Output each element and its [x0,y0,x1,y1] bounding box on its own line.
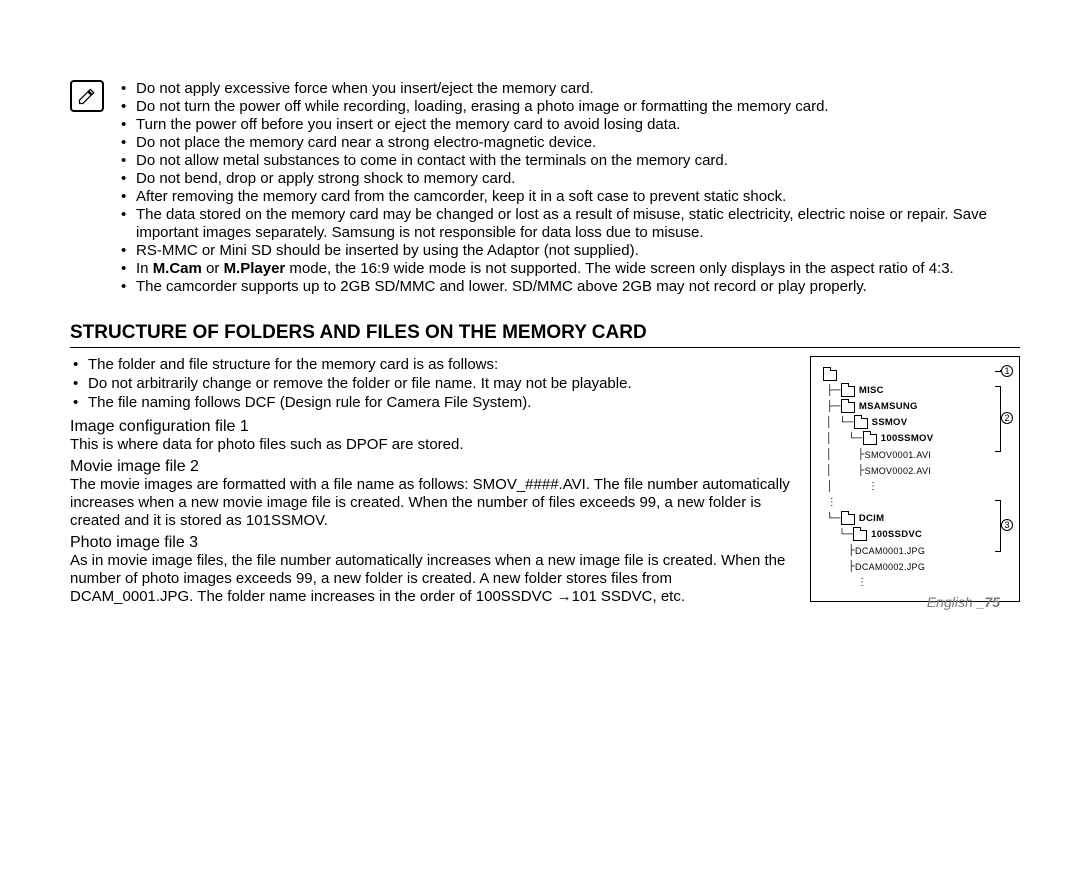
pencil-note-icon [70,80,104,112]
intro-item: The folder and file structure for the me… [70,356,792,375]
photo-file-text: As in movie image files, the file number… [70,552,792,606]
tree-msamsung: MSAMSUNG [859,399,918,415]
tree-misc: MISC [859,383,884,399]
folder-tree-diagram: ├─MISC ├─MSAMSUNG │ └─SSMOV │ └─100SSMOV… [810,356,1020,602]
intro-list: The folder and file structure for the me… [70,356,792,412]
callout-1: 1 [1001,365,1013,377]
caution-item: RS-MMC or Mini SD should be inserted by … [118,242,1020,260]
folder-icon [841,402,855,413]
caution-item: The data stored on the memory card may b… [118,206,1020,242]
structure-section: The folder and file structure for the me… [70,356,1020,610]
folder-icon [863,434,877,445]
tree-smov1: SMOV0001.AVI [865,447,931,463]
caution-item: The camcorder supports up to 2GB SD/MMC … [118,278,1020,296]
caution-list: Do not apply excessive force when you in… [118,80,1020,296]
image-config-text: This is where data for photo files such … [70,436,792,454]
caution-item: Do not bend, drop or apply strong shock … [118,170,1020,188]
intro-item: Do not arbitrarily change or remove the … [70,375,792,394]
tree-dcam1: DCAM0001.JPG [855,543,925,559]
section-title: STRUCTURE OF FOLDERS AND FILES ON THE ME… [70,322,1020,348]
footer-language: English [927,594,973,610]
caution-item: Turn the power off before you insert or … [118,116,1020,134]
footer-page-number: _75 [977,594,1000,610]
folder-icon [841,386,855,397]
tree-dcim: DCIM [859,511,884,527]
caution-item: In M.Cam or M.Player mode, the 16:9 wide… [118,260,1020,278]
caution-item: After removing the memory card from the … [118,188,1020,206]
caution-item: Do not place the memory card near a stro… [118,134,1020,152]
callout-2: 2 [1001,412,1013,424]
movie-file-text: The movie images are formatted with a fi… [70,476,792,530]
folder-icon [853,530,867,541]
image-config-heading: Image configuration file 1 [70,418,792,436]
caution-item: Do not allow metal substances to come in… [118,152,1020,170]
caution-item: Do not turn the power off while recordin… [118,98,1020,116]
photo-file-heading: Photo image file 3 [70,534,792,552]
tree-smov2: SMOV0002.AVI [865,463,931,479]
tree-100ssmov: 100SSMOV [881,431,934,447]
movie-file-heading: Movie image file 2 [70,458,792,476]
structure-text: The folder and file structure for the me… [70,356,792,610]
caution-block: Do not apply excessive force when you in… [70,80,1020,296]
tree-ssmov: SSMOV [872,415,908,431]
tree-dcam2: DCAM0002.JPG [855,559,925,575]
folder-icon [854,418,868,429]
page-footer: English _75 [927,594,1000,610]
tree-100ssdvc: 100SSDVC [871,527,922,543]
intro-item: The file naming follows DCF (Design rule… [70,394,792,413]
caution-item: Do not apply excessive force when you in… [118,80,1020,98]
callout-3: 3 [1001,519,1013,531]
folder-icon [841,514,855,525]
folder-icon [823,370,837,381]
manual-page: Do not apply excessive force when you in… [0,0,1080,640]
